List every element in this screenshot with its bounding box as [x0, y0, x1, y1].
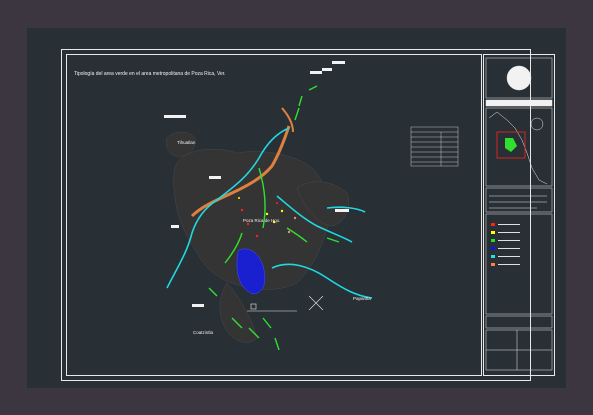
legend-swatch — [491, 231, 495, 234]
drawing-sheet: Tipología del area verde en el area metr… — [27, 28, 566, 388]
title-block-art — [485, 57, 553, 371]
place-label-tihuatlan: Tihuatlan — [177, 140, 196, 145]
legend-item — [491, 239, 525, 242]
map-drawing — [164, 57, 553, 371]
legend-swatch — [491, 239, 495, 242]
data-table — [410, 126, 459, 167]
legend-item — [491, 231, 525, 234]
legend-swatch — [491, 263, 495, 266]
place-label-papantla: Papantla — [353, 296, 371, 301]
legend-item — [491, 255, 525, 258]
legend-swatch — [491, 247, 495, 250]
place-label-poza-rica: Poza Rica de Hgo. — [243, 218, 281, 223]
legend-item — [491, 223, 525, 226]
legend-swatch — [491, 255, 495, 258]
survey-marker — [247, 295, 324, 312]
legend-swatch — [491, 223, 495, 226]
place-label-coatzintla: Coatzintla — [193, 330, 214, 335]
legend-item — [491, 247, 525, 250]
legend-item — [491, 263, 525, 266]
